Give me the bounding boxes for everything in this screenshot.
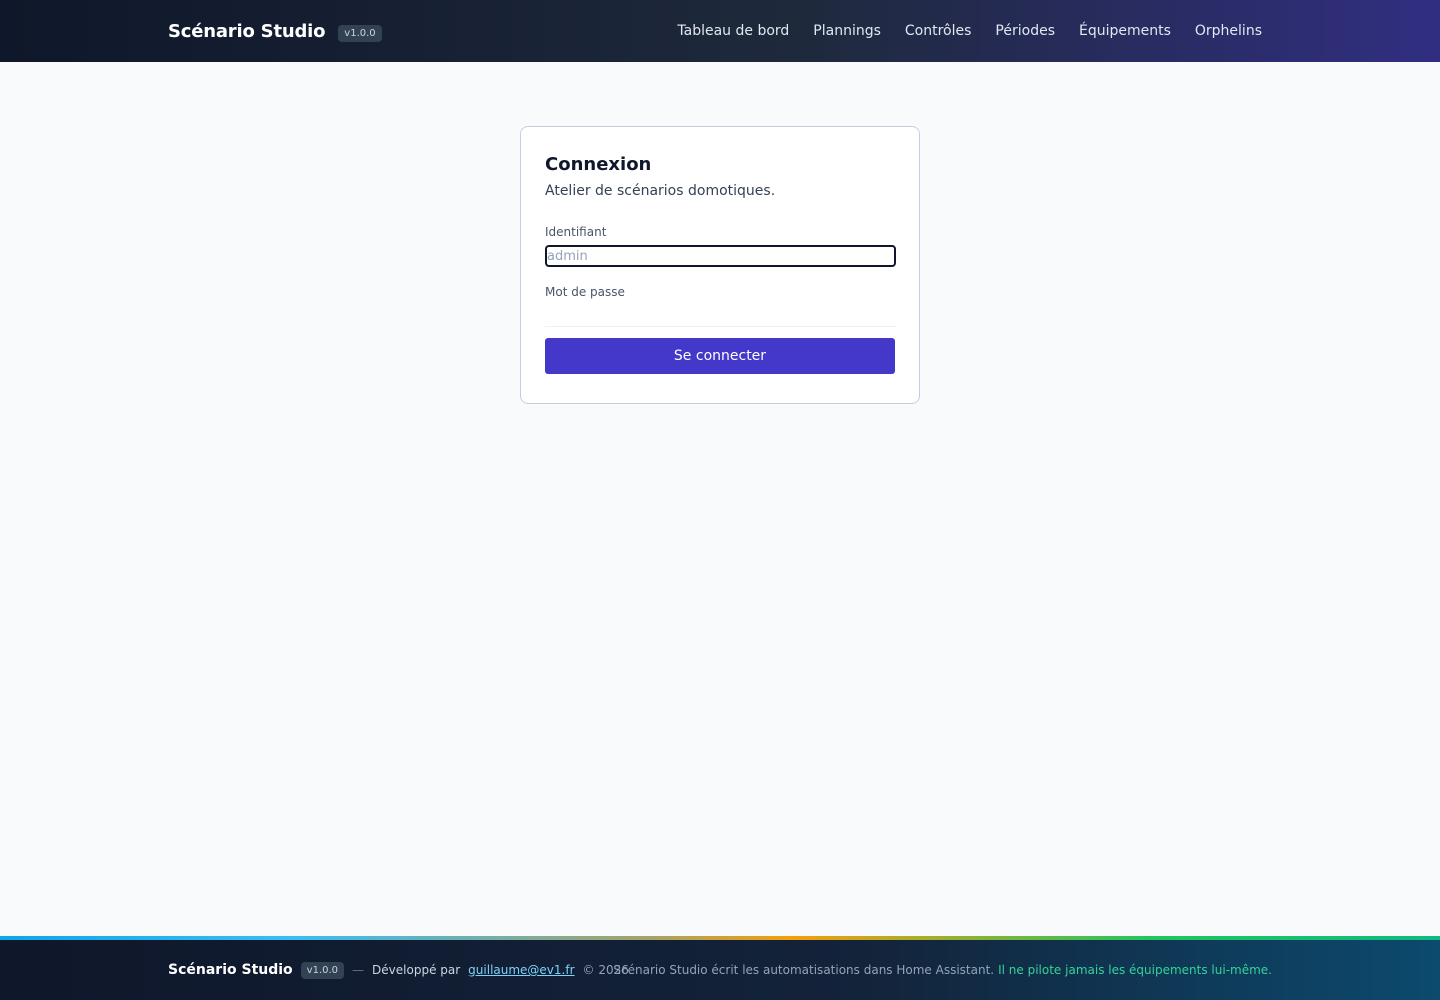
brand-name[interactable]: Scénario Studio bbox=[168, 21, 325, 42]
footer-separator: — bbox=[352, 963, 365, 977]
login-subtitle: Atelier de scénarios domotiques. bbox=[545, 183, 776, 199]
footer-notice: Scénario Studio écrit les automatisation… bbox=[613, 940, 1272, 1000]
username-input[interactable] bbox=[545, 245, 896, 267]
main-nav: Tableau de bord Plannings Contrôles Péri… bbox=[677, 0, 1262, 62]
author-email-link[interactable]: guillaume@ev1.fr bbox=[468, 963, 574, 977]
login-title: Connexion bbox=[545, 154, 652, 175]
brand[interactable]: Scénario Studio v1.0.0 bbox=[168, 0, 382, 62]
nav-controles[interactable]: Contrôles bbox=[905, 23, 972, 39]
password-label: Mot de passe bbox=[545, 285, 625, 299]
nav-orphelins[interactable]: Orphelins bbox=[1195, 23, 1262, 39]
footer-notice-text: Scénario Studio écrit les automatisation… bbox=[613, 963, 995, 977]
footer-version-badge: v1.0.0 bbox=[300, 961, 345, 979]
footer-credits: Scénario Studio v1.0.0 — Développé par g… bbox=[168, 940, 629, 1000]
nav-equipements[interactable]: Équipements bbox=[1079, 23, 1171, 39]
nav-tableau-de-bord[interactable]: Tableau de bord bbox=[677, 23, 789, 39]
footer: Scénario Studio v1.0.0 — Développé par g… bbox=[0, 940, 1440, 1000]
footer-notice-highlight: Il ne pilote jamais les équipements lui-… bbox=[998, 963, 1272, 977]
login-card: Connexion Atelier de scénarios domotique… bbox=[520, 126, 920, 404]
top-navbar: Scénario Studio v1.0.0 Tableau de bord P… bbox=[0, 0, 1440, 62]
footer-brand: Scénario Studio bbox=[168, 962, 293, 978]
password-input[interactable] bbox=[545, 305, 896, 327]
footer-developed-by: Développé par bbox=[372, 963, 461, 977]
version-badge: v1.0.0 bbox=[338, 24, 382, 42]
login-button[interactable]: Se connecter bbox=[545, 338, 895, 374]
nav-periodes[interactable]: Périodes bbox=[995, 23, 1055, 39]
username-label: Identifiant bbox=[545, 225, 607, 239]
nav-plannings[interactable]: Plannings bbox=[813, 23, 881, 39]
